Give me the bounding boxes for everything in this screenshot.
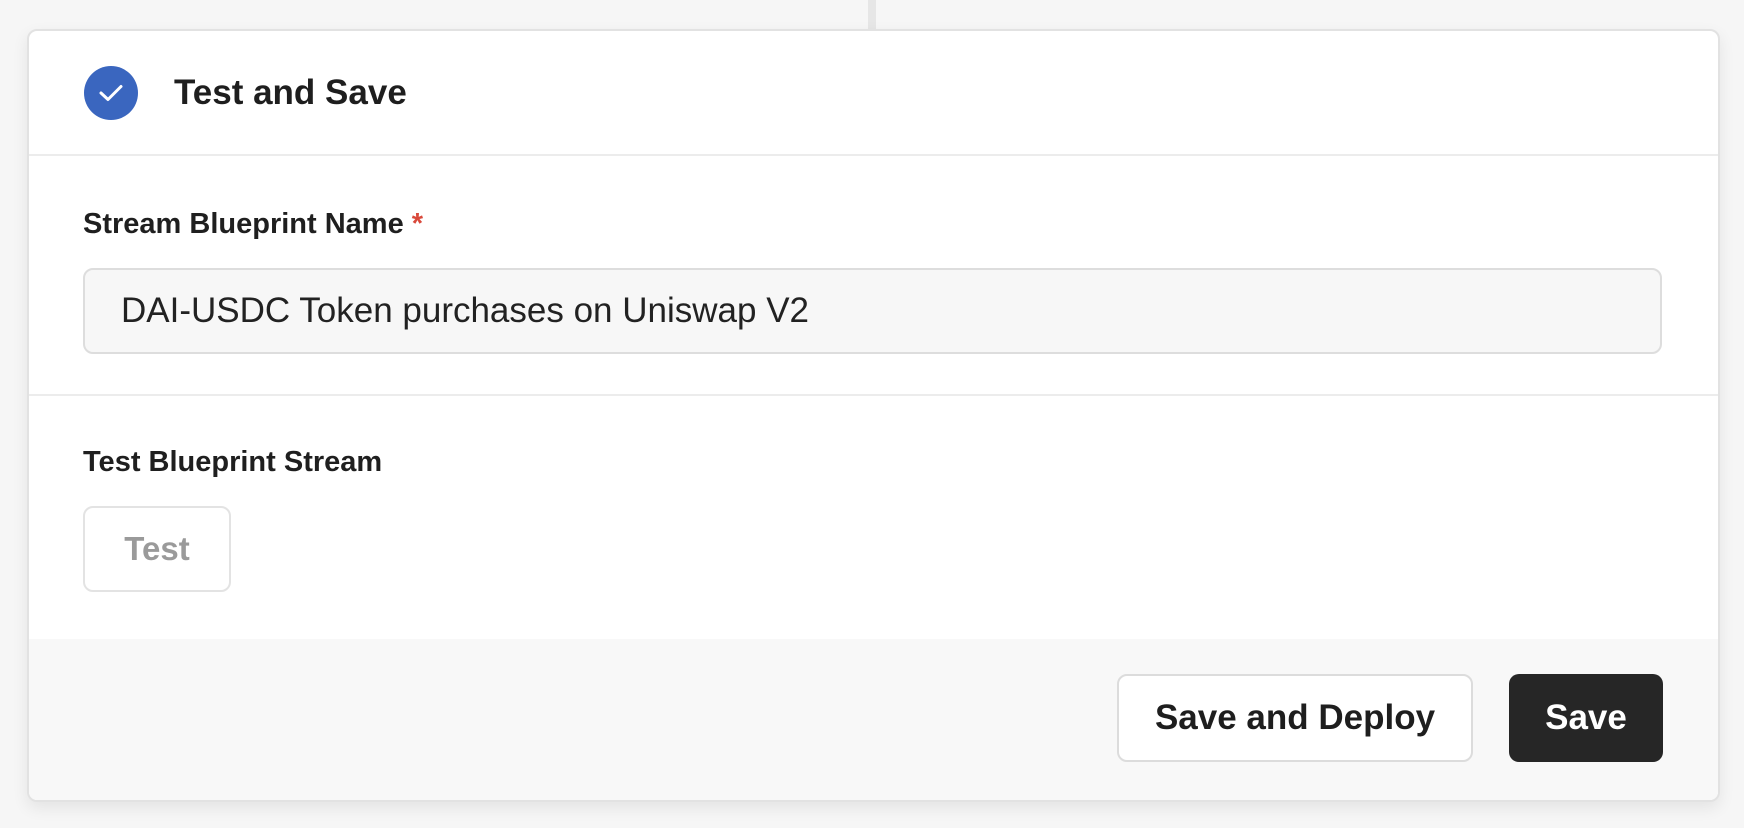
required-marker: *	[411, 208, 423, 240]
connector-line	[868, 0, 876, 30]
panel-header: Test and Save	[29, 31, 1718, 156]
test-button[interactable]: Test	[83, 506, 231, 592]
save-and-deploy-button[interactable]: Save and Deploy	[1117, 674, 1473, 762]
name-label-text: Stream Blueprint Name	[83, 208, 404, 240]
panel-footer: Save and Deploy Save	[29, 639, 1718, 800]
name-section: Stream Blueprint Name *	[29, 156, 1718, 396]
step-complete-badge	[84, 65, 138, 120]
test-and-save-panel: Test and Save Stream Blueprint Name* Tes…	[27, 29, 1720, 802]
test-section-label: Test Blueprint Stream	[83, 446, 383, 478]
test-section: Test Blueprint Stream Test	[29, 396, 1718, 636]
check-icon	[99, 84, 123, 101]
panel-title: Test and Save	[174, 72, 407, 112]
save-button[interactable]: Save	[1509, 674, 1663, 762]
name-field-label: Stream Blueprint Name *	[83, 208, 1664, 241]
blueprint-name-input[interactable]	[83, 268, 1662, 354]
